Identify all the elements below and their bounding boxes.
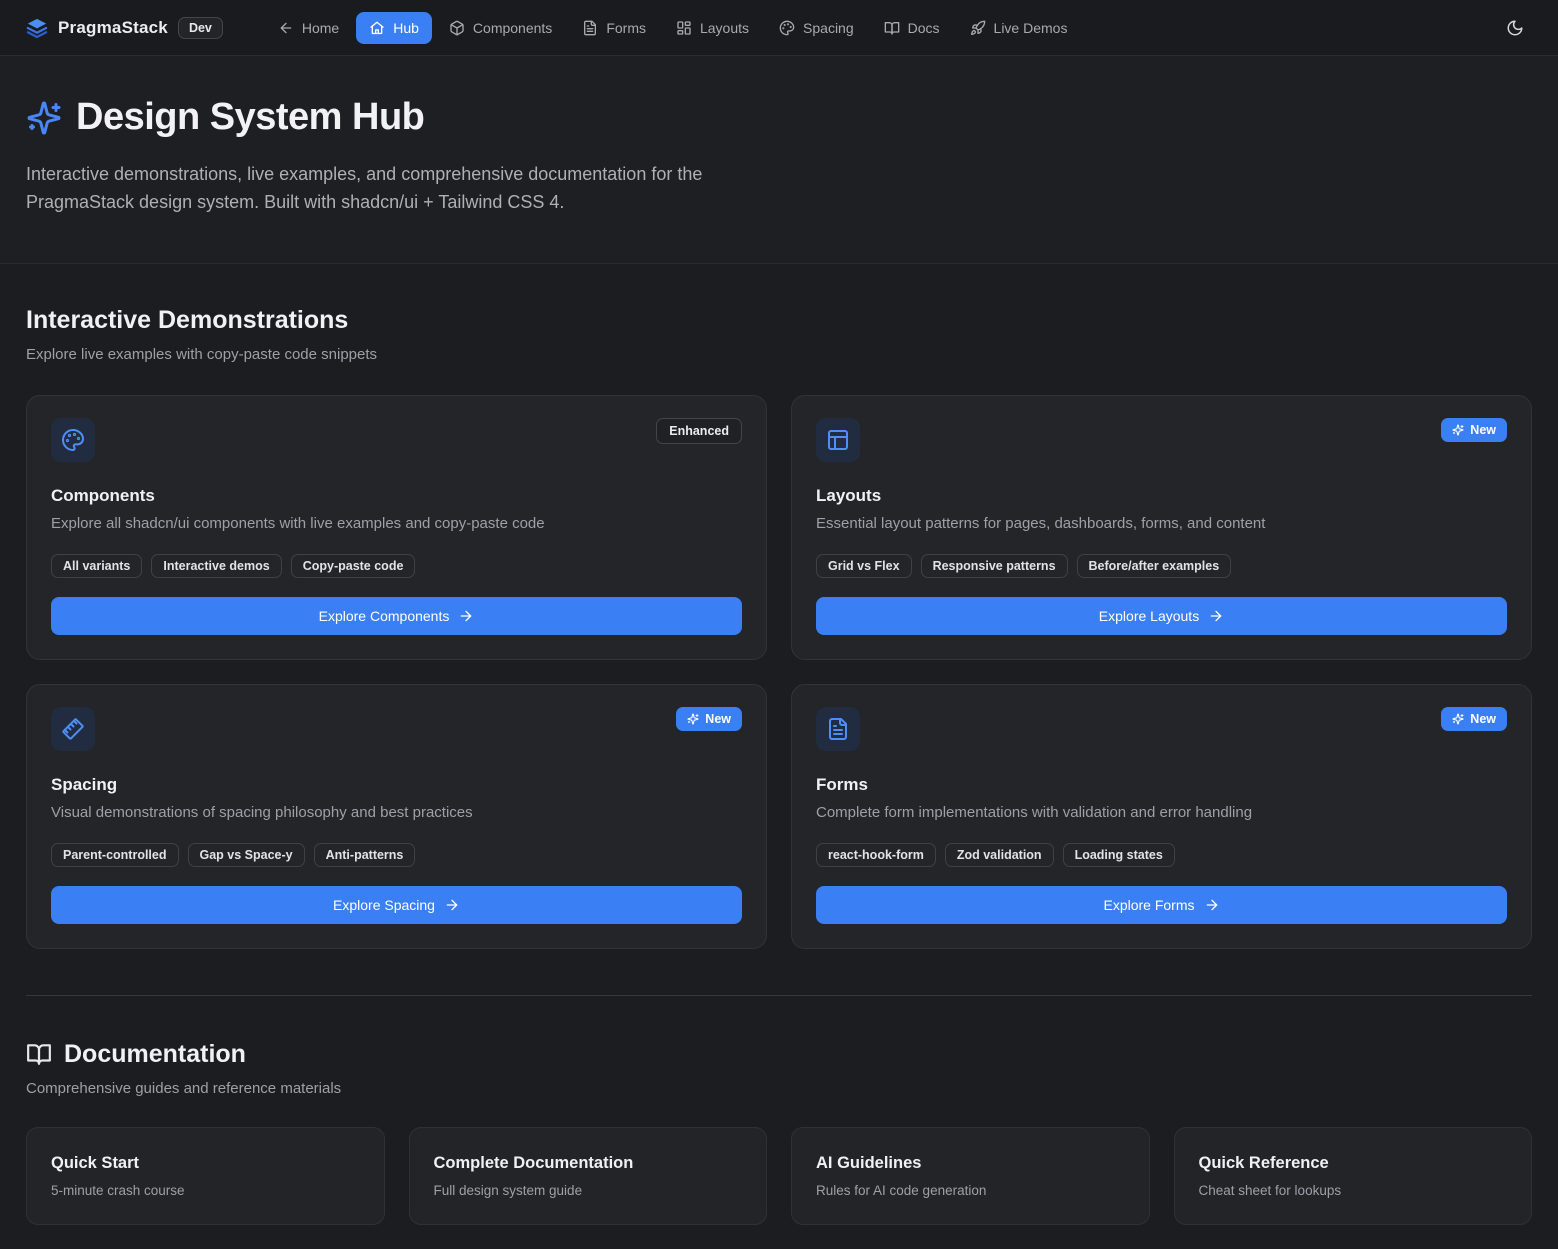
- brand[interactable]: PragmaStack: [26, 17, 168, 39]
- card-title: Layouts: [816, 486, 1507, 506]
- feature-tag: All variants: [51, 554, 142, 578]
- demo-card-components: Enhanced Components Explore all shadcn/u…: [26, 395, 767, 660]
- feature-tag: Parent-controlled: [51, 843, 179, 867]
- feature-tag: Before/after examples: [1077, 554, 1232, 578]
- new-badge: New: [1441, 707, 1507, 731]
- explore-components-button[interactable]: Explore Components: [51, 597, 742, 635]
- rocket-icon: [970, 20, 986, 36]
- explore-spacing-button[interactable]: Explore Spacing: [51, 886, 742, 924]
- doc-card-quick-reference[interactable]: Quick Reference Cheat sheet for lookups: [1174, 1127, 1533, 1225]
- nav-item-forms[interactable]: Forms: [569, 12, 659, 44]
- layers-logo-icon: [26, 17, 48, 39]
- card-title: Spacing: [51, 775, 742, 795]
- feature-tag: Responsive patterns: [921, 554, 1068, 578]
- hero-section: Design System Hub Interactive demonstrat…: [0, 56, 1558, 264]
- demo-card-forms: New Forms Complete form implementations …: [791, 684, 1532, 949]
- file-text-icon: [816, 707, 860, 751]
- theme-toggle-button[interactable]: [1498, 11, 1532, 45]
- book-open-icon: [26, 1041, 52, 1067]
- doc-card-title: Quick Start: [51, 1154, 360, 1173]
- new-badge: New: [1441, 418, 1507, 442]
- demo-card-layouts: New Layouts Essential layout patterns fo…: [791, 395, 1532, 660]
- doc-card-description: Rules for AI code generation: [816, 1183, 1125, 1198]
- feature-tag: Zod validation: [945, 843, 1054, 867]
- demos-section-heading: Interactive Demonstrations: [26, 306, 1532, 335]
- card-description: Essential layout patterns for pages, das…: [816, 515, 1507, 532]
- explore-forms-button[interactable]: Explore Forms: [816, 886, 1507, 924]
- card-title: Forms: [816, 775, 1507, 795]
- moon-icon: [1506, 19, 1524, 37]
- nav-item-home[interactable]: Home: [265, 12, 352, 44]
- hero-description: Interactive demonstrations, live example…: [26, 161, 781, 217]
- doc-card-description: 5-minute crash course: [51, 1183, 360, 1198]
- ruler-icon: [51, 707, 95, 751]
- sparkles-icon: [1452, 713, 1464, 725]
- card-description: Complete form implementations with valid…: [816, 804, 1507, 821]
- docs-section-subheading: Comprehensive guides and reference mater…: [26, 1080, 1532, 1097]
- book-open-icon: [884, 20, 900, 36]
- panels-top-icon: [816, 418, 860, 462]
- section-divider: [26, 995, 1532, 996]
- feature-tag: Gap vs Space-y: [188, 843, 305, 867]
- nav-item-hub[interactable]: Hub: [356, 12, 432, 44]
- doc-card-title: AI Guidelines: [816, 1154, 1125, 1173]
- enhanced-badge: Enhanced: [656, 418, 742, 444]
- doc-card-description: Cheat sheet for lookups: [1199, 1183, 1508, 1198]
- doc-card-complete-documentation[interactable]: Complete Documentation Full design syste…: [409, 1127, 768, 1225]
- nav-item-live-demos[interactable]: Live Demos: [957, 12, 1081, 44]
- feature-tag: Interactive demos: [151, 554, 281, 578]
- doc-card-quick-start[interactable]: Quick Start 5-minute crash course: [26, 1127, 385, 1225]
- doc-card-grid: Quick Start 5-minute crash course Comple…: [26, 1127, 1532, 1225]
- card-title: Components: [51, 486, 742, 506]
- arrow-right-icon: [444, 897, 460, 913]
- brand-name: PragmaStack: [58, 18, 168, 38]
- demo-card-spacing: New Spacing Visual demonstrations of spa…: [26, 684, 767, 949]
- feature-tag: Loading states: [1063, 843, 1175, 867]
- arrow-right-icon: [1204, 897, 1220, 913]
- sparkles-icon: [26, 100, 62, 136]
- dev-environment-badge: Dev: [178, 17, 223, 39]
- palette-icon: [779, 20, 795, 36]
- sparkles-icon: [1452, 424, 1464, 436]
- palette-icon: [51, 418, 95, 462]
- new-badge: New: [676, 707, 742, 731]
- main-content: Interactive Demonstrations Explore live …: [0, 264, 1558, 1249]
- sparkles-icon: [687, 713, 699, 725]
- arrow-right-icon: [1208, 608, 1224, 624]
- doc-card-title: Quick Reference: [1199, 1154, 1508, 1173]
- card-description: Explore all shadcn/ui components with li…: [51, 515, 742, 532]
- package-icon: [449, 20, 465, 36]
- nav-item-spacing[interactable]: Spacing: [766, 12, 867, 44]
- arrow-right-icon: [458, 608, 474, 624]
- nav-item-layouts[interactable]: Layouts: [663, 12, 762, 44]
- nav-item-docs[interactable]: Docs: [871, 12, 953, 44]
- doc-card-description: Full design system guide: [434, 1183, 743, 1198]
- card-description: Visual demonstrations of spacing philoso…: [51, 804, 742, 821]
- docs-section-heading: Documentation: [64, 1040, 246, 1069]
- feature-tag: Grid vs Flex: [816, 554, 912, 578]
- arrow-left-icon: [278, 20, 294, 36]
- top-navbar: PragmaStack Dev Home Hub Components Form…: [0, 0, 1558, 56]
- doc-card-title: Complete Documentation: [434, 1154, 743, 1173]
- nav-links: Home Hub Components Forms Layouts Spacin…: [265, 12, 1081, 44]
- feature-tag: Anti-patterns: [314, 843, 416, 867]
- feature-tag: react-hook-form: [816, 843, 936, 867]
- feature-tag: Copy-paste code: [291, 554, 416, 578]
- page-title: Design System Hub: [76, 96, 424, 139]
- demo-card-grid: Enhanced Components Explore all shadcn/u…: [26, 395, 1532, 949]
- explore-layouts-button[interactable]: Explore Layouts: [816, 597, 1507, 635]
- house-icon: [369, 20, 385, 36]
- nav-item-components[interactable]: Components: [436, 12, 565, 44]
- doc-card-ai-guidelines[interactable]: AI Guidelines Rules for AI code generati…: [791, 1127, 1150, 1225]
- file-text-icon: [582, 20, 598, 36]
- demos-section-subheading: Explore live examples with copy-paste co…: [26, 346, 1532, 363]
- layout-grid-icon: [676, 20, 692, 36]
